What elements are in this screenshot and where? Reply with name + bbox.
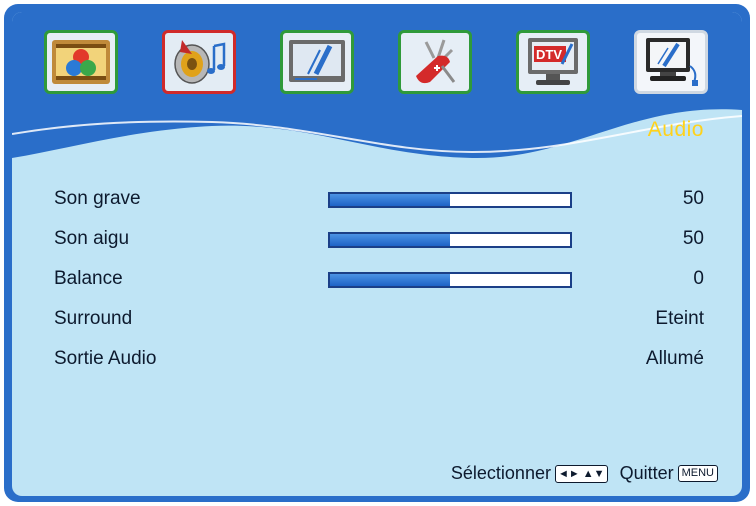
- picture-tab[interactable]: [44, 30, 118, 94]
- osd-menu-panel: DTV Audio Son grave 50 Son aigu 50 Balan…: [12, 12, 742, 496]
- setting-label: Balance: [54, 268, 123, 289]
- quit-hint-label: Quitter: [619, 463, 674, 483]
- screen-display-icon: [289, 40, 345, 82]
- select-hint-label: Sélectionner: [450, 463, 551, 483]
- setting-row-son-grave[interactable]: Son grave 50: [12, 180, 742, 220]
- arrow-keys-icon: ◄► ▲▼: [554, 464, 608, 483]
- audio-tab[interactable]: [162, 30, 236, 94]
- setting-row-surround[interactable]: Surround Eteint: [12, 300, 742, 340]
- setting-label: Surround: [54, 308, 133, 329]
- setting-value: Allumé: [645, 348, 704, 369]
- setting-row-balance[interactable]: Balance 0: [12, 260, 742, 300]
- pc-tab[interactable]: [634, 30, 708, 94]
- osd-menu-frame: DTV Audio Son grave 50 Son aigu 50 Balan…: [4, 4, 750, 502]
- setting-row-sortie-audio[interactable]: Sortie Audio Allumé: [12, 340, 742, 380]
- screen-tab[interactable]: [280, 30, 354, 94]
- son-grave-slider[interactable]: [328, 192, 572, 208]
- slider-fill: [330, 194, 450, 206]
- slider-fill: [330, 274, 450, 286]
- dtv-monitor-icon: DTV: [528, 38, 578, 85]
- menu-key-icon: MENU: [677, 465, 718, 482]
- setting-label: Son grave: [54, 188, 141, 209]
- dtv-tab[interactable]: DTV: [516, 30, 590, 94]
- section-title: Audio: [647, 118, 704, 141]
- setting-row-son-aigu[interactable]: Son aigu 50: [12, 220, 742, 260]
- footer-hints: Sélectionner ◄► ▲▼ Quitter MENU: [451, 463, 718, 484]
- son-aigu-slider[interactable]: [328, 232, 572, 248]
- setting-value: 0: [693, 268, 704, 289]
- balance-slider[interactable]: [328, 272, 572, 288]
- slider-fill: [330, 234, 450, 246]
- setting-value: Eteint: [655, 308, 704, 329]
- setting-value: 50: [682, 188, 704, 209]
- pc-connection-icon: [646, 38, 698, 86]
- tools-tab[interactable]: [398, 30, 472, 94]
- svg-text:DTV: DTV: [536, 47, 562, 62]
- header-swoosh: [12, 12, 742, 159]
- setting-value: 50: [682, 228, 704, 249]
- speaker-music-icon: [174, 40, 226, 84]
- picture-palette-icon: [52, 40, 110, 84]
- setting-label: Sortie Audio: [54, 348, 157, 369]
- swiss-knife-tools-icon: [416, 39, 456, 84]
- setting-label: Son aigu: [54, 228, 130, 249]
